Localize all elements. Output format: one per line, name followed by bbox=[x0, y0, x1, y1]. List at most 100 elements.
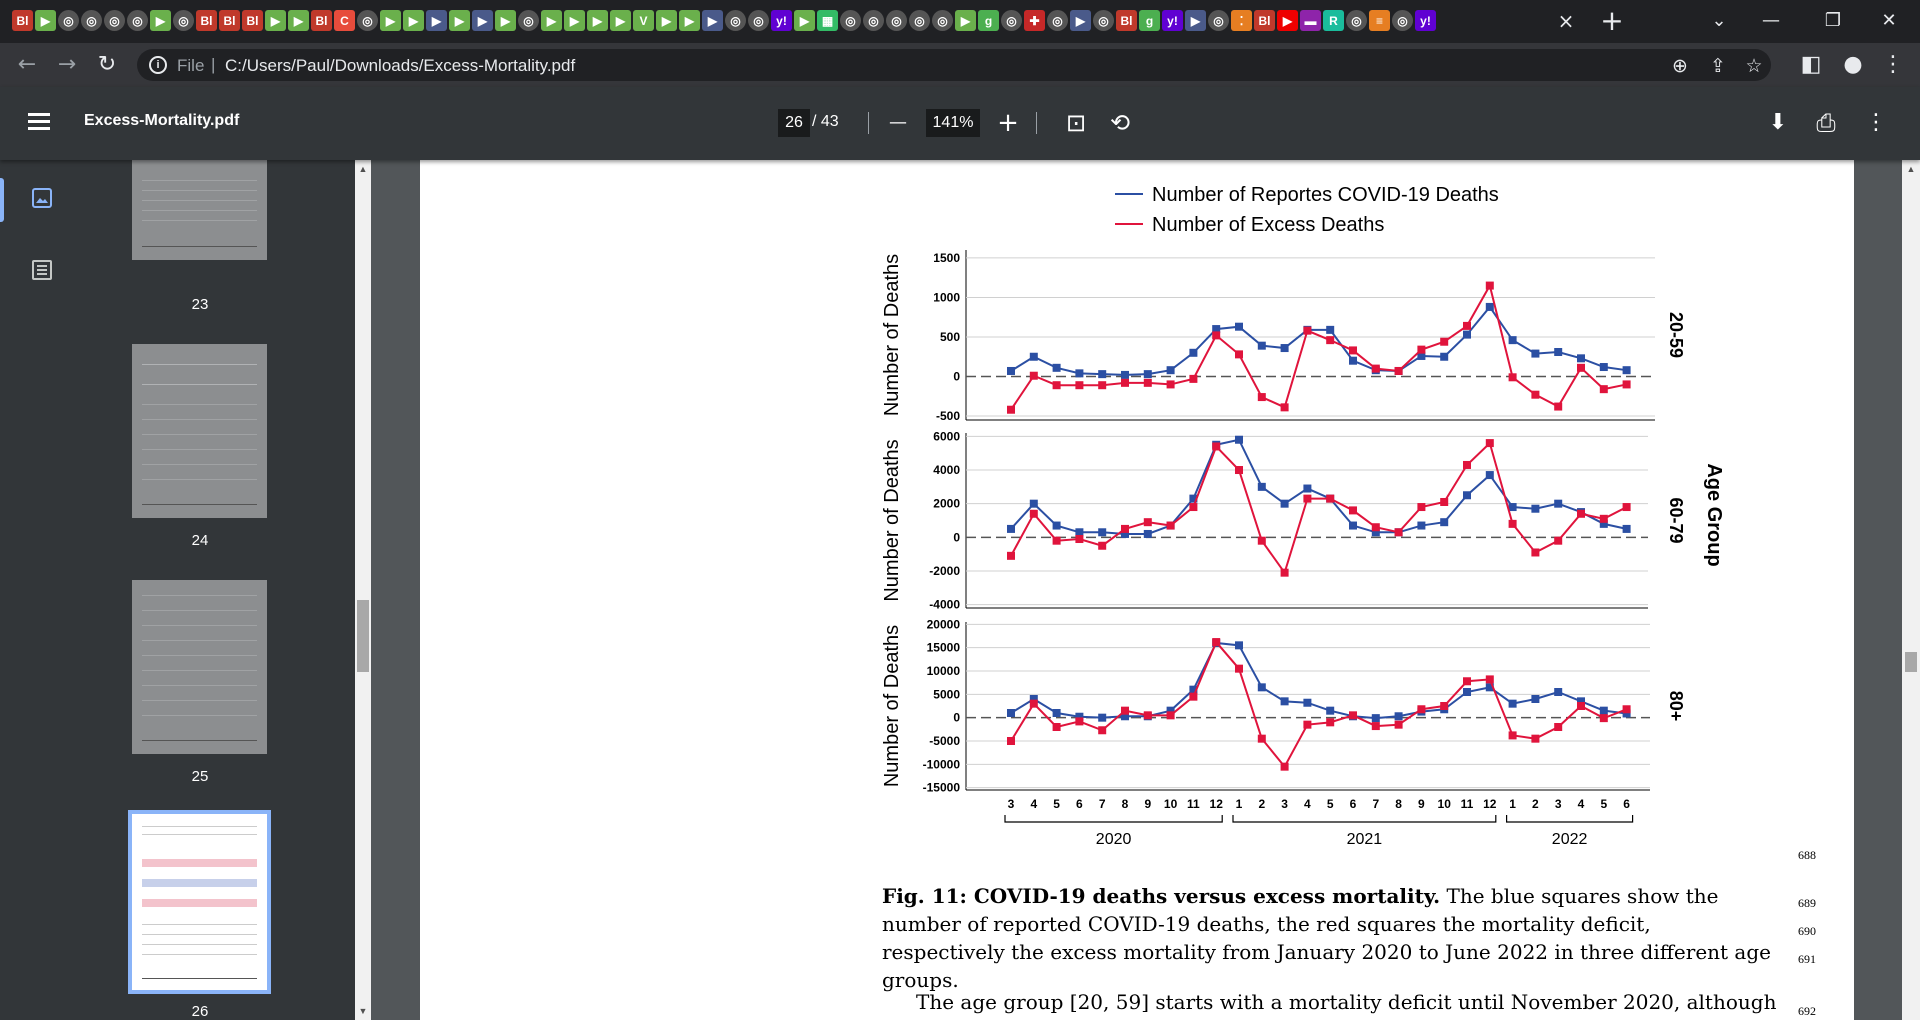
tab-favicon-icon[interactable]: Bl bbox=[196, 10, 217, 31]
tab-favicon-icon[interactable]: ▶ bbox=[656, 10, 677, 31]
rotate-icon[interactable]: ⟲ bbox=[1104, 107, 1136, 139]
tab-favicon-icon[interactable]: ≡ bbox=[1369, 10, 1390, 31]
viewer-scrollbar[interactable]: ▲ bbox=[1902, 160, 1920, 1020]
tab-favicon-icon[interactable]: ▬ bbox=[1300, 10, 1321, 31]
scroll-up-arrow-icon[interactable]: ▲ bbox=[1906, 164, 1916, 174]
thumbnails-view-icon[interactable] bbox=[30, 186, 54, 210]
reload-button[interactable]: ↻ bbox=[92, 50, 122, 80]
print-icon[interactable]: ⎙ bbox=[1810, 107, 1842, 139]
bookmark-star-icon[interactable]: ☆ bbox=[1741, 53, 1767, 79]
tab-favicon-icon[interactable]: C bbox=[334, 10, 355, 31]
tab-favicon-icon[interactable]: ◎ bbox=[909, 10, 930, 31]
tab-favicon-icon[interactable]: ◎ bbox=[173, 10, 194, 31]
tab-favicon-icon[interactable]: ▶ bbox=[426, 10, 447, 31]
tab-favicon-icon[interactable]: ◎ bbox=[1208, 10, 1229, 31]
tab-favicon-icon[interactable]: ◎ bbox=[127, 10, 148, 31]
url-text[interactable]: C:/Users/Paul/Downloads/Excess-Mortality… bbox=[225, 56, 575, 76]
tab-favicon-icon[interactable]: R bbox=[1323, 10, 1344, 31]
tab-favicon-icon[interactable]: ◎ bbox=[104, 10, 125, 31]
tab-favicon-icon[interactable]: ▶ bbox=[288, 10, 309, 31]
close-window-button[interactable]: ✕ bbox=[1874, 6, 1904, 36]
tab-favicon-icon[interactable]: ◎ bbox=[748, 10, 769, 31]
tab-favicon-icon[interactable]: ▶ bbox=[1070, 10, 1091, 31]
side-panel-icon[interactable]: ◧ bbox=[1796, 50, 1826, 80]
zoom-out-button[interactable]: — bbox=[882, 107, 914, 139]
tab-favicon-icon[interactable]: ◎ bbox=[1346, 10, 1367, 31]
tab-favicon-icon[interactable]: ▶ bbox=[150, 10, 171, 31]
tab-favicon-icon[interactable]: ▶ bbox=[1185, 10, 1206, 31]
tab-favicon-icon[interactable]: ▶ bbox=[265, 10, 286, 31]
profile-icon[interactable]: ● bbox=[1838, 50, 1868, 80]
page-thumbnail-26-current[interactable] bbox=[128, 810, 271, 994]
tab-favicon-icon[interactable]: Bl bbox=[242, 10, 263, 31]
tab-favicon-icon[interactable]: g bbox=[978, 10, 999, 31]
sidebar-scroll-thumb[interactable] bbox=[357, 600, 369, 672]
tab-favicon-icon[interactable]: Bl bbox=[12, 10, 33, 31]
sidebar-scrollbar[interactable]: ▲ ▼ bbox=[355, 160, 371, 1020]
tab-favicon-icon[interactable]: ▶ bbox=[380, 10, 401, 31]
outline-view-icon[interactable] bbox=[30, 258, 54, 282]
tab-favicon-icon[interactable]: ▶ bbox=[610, 10, 631, 31]
tab-favicon-icon[interactable]: ◎ bbox=[1392, 10, 1413, 31]
tab-favicon-icon[interactable]: ◎ bbox=[1047, 10, 1068, 31]
tab-favicon-icon[interactable]: g bbox=[1139, 10, 1160, 31]
tab-favicon-icon[interactable]: ◎ bbox=[725, 10, 746, 31]
restore-button[interactable]: ❐ bbox=[1818, 6, 1848, 36]
tab-favicon-icon[interactable]: ▶ bbox=[495, 10, 516, 31]
zoom-in-button[interactable]: + bbox=[992, 107, 1024, 139]
forward-button[interactable]: → bbox=[52, 50, 82, 80]
share-icon[interactable]: ⇪ bbox=[1705, 53, 1731, 79]
tab-favicon-icon[interactable]: Bl bbox=[219, 10, 240, 31]
tab-favicon-icon[interactable]: ▦ bbox=[817, 10, 838, 31]
tab-favicon-icon[interactable]: ◎ bbox=[1001, 10, 1022, 31]
site-info-icon[interactable]: i bbox=[149, 56, 167, 74]
scroll-down-arrow-icon[interactable]: ▼ bbox=[358, 1006, 368, 1016]
tab-favicon-icon[interactable]: ▶ bbox=[35, 10, 56, 31]
tab-favicon-icon[interactable]: ▶ bbox=[564, 10, 585, 31]
tab-close-button[interactable]: × bbox=[1553, 8, 1579, 34]
more-actions-icon[interactable]: ⋮ bbox=[1860, 107, 1892, 139]
tab-favicon-icon[interactable]: ▶ bbox=[449, 10, 470, 31]
tab-favicon-icon[interactable]: ▶ bbox=[541, 10, 562, 31]
tab-favicon-icon[interactable]: ▶ bbox=[472, 10, 493, 31]
tab-favicon-icon[interactable]: ◎ bbox=[863, 10, 884, 31]
tab-favicon-icon[interactable]: y! bbox=[1415, 10, 1436, 31]
tab-favicon-icon[interactable]: ◎ bbox=[357, 10, 378, 31]
tab-favicon-icon[interactable]: ◎ bbox=[58, 10, 79, 31]
tab-search-chevron-icon[interactable]: ⌄ bbox=[1704, 6, 1734, 36]
tab-favicon-icon[interactable]: V bbox=[633, 10, 654, 31]
page-thumbnail-23[interactable] bbox=[132, 160, 267, 260]
tab-favicon-icon[interactable]: ⁚ bbox=[1231, 10, 1252, 31]
page-thumbnail-25[interactable] bbox=[132, 580, 267, 754]
page-thumbnail-24[interactable] bbox=[132, 344, 267, 518]
tab-favicon-icon[interactable]: ✚ bbox=[1024, 10, 1045, 31]
zoom-icon[interactable]: ⊕ bbox=[1667, 53, 1693, 79]
page-number-input[interactable]: 26 bbox=[778, 109, 810, 137]
tab-favicon-icon[interactable]: ▶ bbox=[679, 10, 700, 31]
tab-favicon-icon[interactable]: ▶ bbox=[1277, 10, 1298, 31]
minimize-button[interactable]: — bbox=[1756, 6, 1786, 36]
back-button[interactable]: ← bbox=[12, 50, 42, 80]
tab-favicon-icon[interactable]: ▶ bbox=[702, 10, 723, 31]
tab-favicon-icon[interactable]: ◎ bbox=[1093, 10, 1114, 31]
tab-favicon-icon[interactable]: ◎ bbox=[886, 10, 907, 31]
sidebar-toggle-menu-icon[interactable] bbox=[28, 113, 50, 131]
fit-page-icon[interactable]: ⊡ bbox=[1060, 107, 1092, 139]
tab-favicon-icon[interactable]: ◎ bbox=[518, 10, 539, 31]
tab-favicon-icon[interactable]: y! bbox=[1162, 10, 1183, 31]
tab-favicon-icon[interactable]: ▶ bbox=[403, 10, 424, 31]
tab-favicon-icon[interactable]: Bl bbox=[311, 10, 332, 31]
viewer-scroll-thumb[interactable] bbox=[1905, 652, 1917, 672]
tab-favicon-icon[interactable]: y! bbox=[771, 10, 792, 31]
tab-favicon-icon[interactable]: Bl bbox=[1254, 10, 1275, 31]
tab-favicon-icon[interactable]: ▶ bbox=[794, 10, 815, 31]
zoom-level-input[interactable]: 141% bbox=[926, 109, 980, 137]
new-tab-button[interactable]: + bbox=[1597, 6, 1627, 36]
tab-favicon-icon[interactable]: ▶ bbox=[587, 10, 608, 31]
address-bar[interactable]: i File | C:/Users/Paul/Downloads/Excess-… bbox=[137, 49, 1771, 81]
tab-favicon-icon[interactable]: Bl bbox=[1116, 10, 1137, 31]
tab-favicon-icon[interactable]: ▶ bbox=[955, 10, 976, 31]
download-icon[interactable]: ⬇ bbox=[1762, 107, 1794, 139]
tab-favicon-icon[interactable]: ◎ bbox=[932, 10, 953, 31]
browser-menu-icon[interactable]: ⋮ bbox=[1878, 50, 1908, 80]
